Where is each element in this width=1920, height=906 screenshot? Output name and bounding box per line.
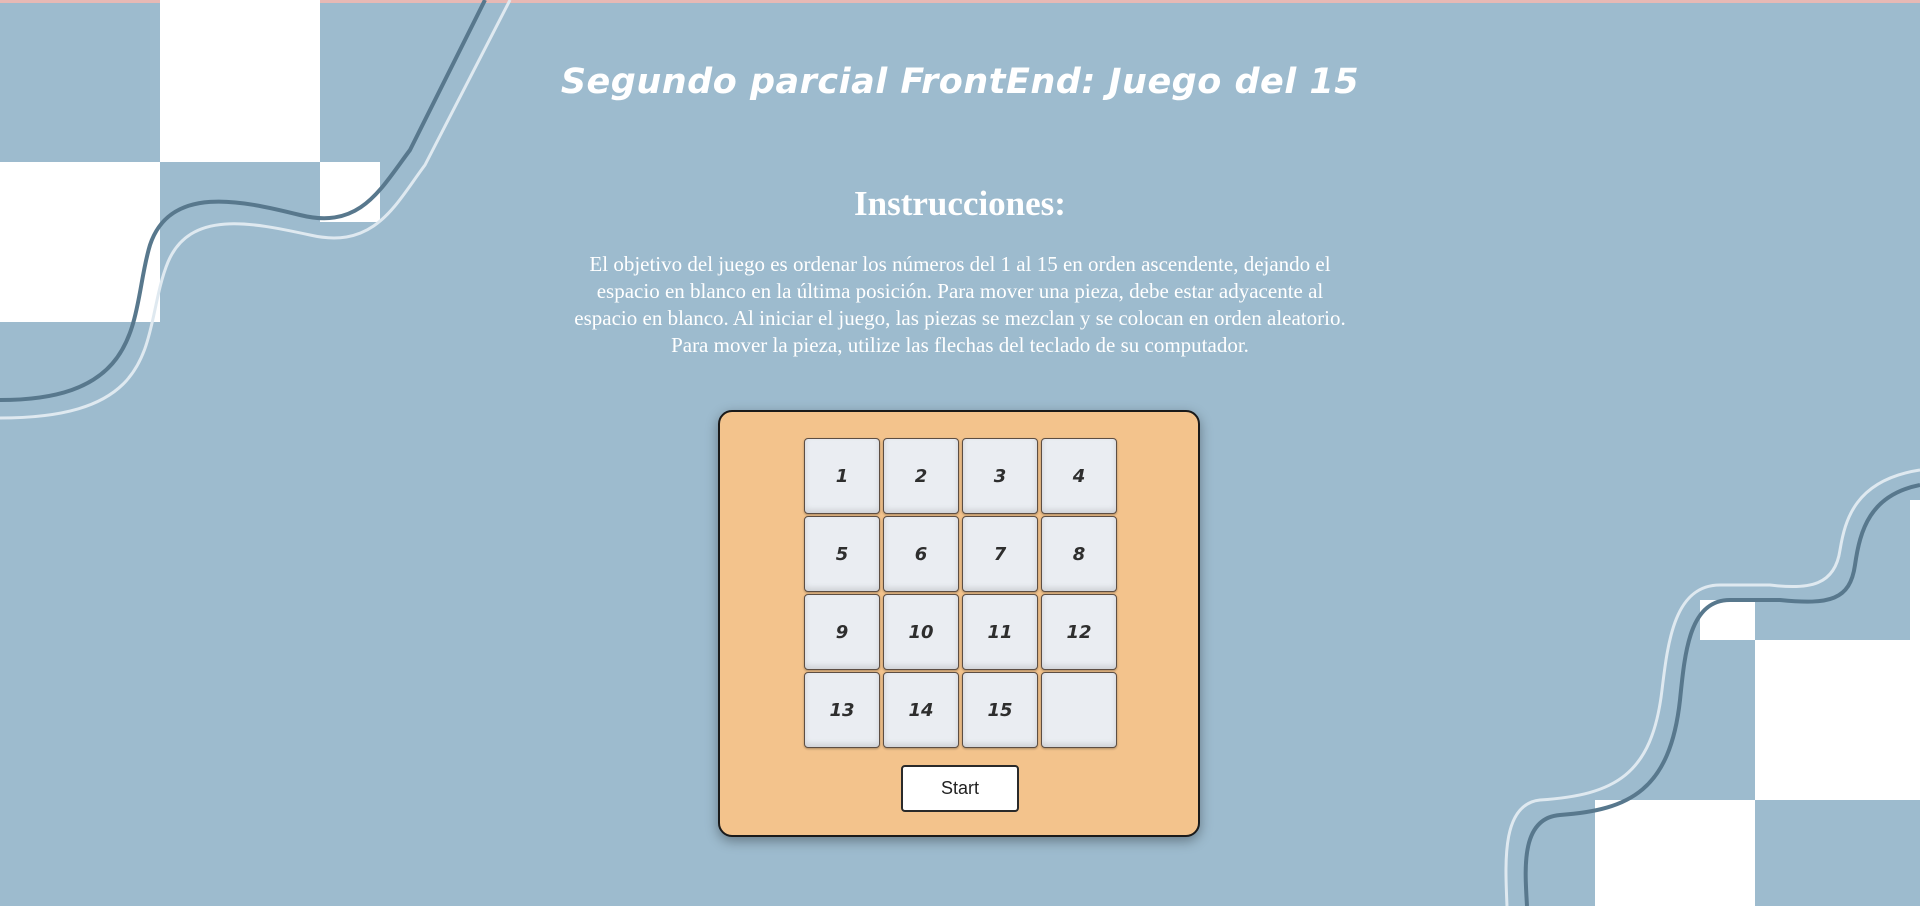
tile-11[interactable]: 11: [962, 594, 1038, 670]
tile-9[interactable]: 9: [804, 594, 880, 670]
instructions-text: El objetivo del juego es ordenar los núm…: [574, 252, 1346, 357]
tile-2[interactable]: 2: [883, 438, 959, 514]
puzzle-board: 1 2 3 4 5 6 7 8 9 10 11 12 13 14 15 Star…: [718, 410, 1200, 837]
tile-7[interactable]: 7: [962, 516, 1038, 592]
tile-6[interactable]: 6: [883, 516, 959, 592]
tile-10[interactable]: 10: [883, 594, 959, 670]
tile-8[interactable]: 8: [1041, 516, 1117, 592]
tile-15[interactable]: 15: [962, 672, 1038, 748]
tile-1[interactable]: 1: [804, 438, 880, 514]
tile-empty[interactable]: [1041, 672, 1117, 748]
tile-14[interactable]: 14: [883, 672, 959, 748]
tile-13[interactable]: 13: [804, 672, 880, 748]
page-title: Segundo parcial FrontEnd: Juego del 15: [560, 62, 1360, 102]
start-button[interactable]: Start: [901, 765, 1019, 812]
tile-4[interactable]: 4: [1041, 438, 1117, 514]
tile-grid: 1 2 3 4 5 6 7 8 9 10 11 12 13 14 15: [804, 438, 1117, 748]
tile-12[interactable]: 12: [1041, 594, 1117, 670]
tile-3[interactable]: 3: [962, 438, 1038, 514]
instructions-heading: Instrucciones:: [854, 184, 1066, 223]
tile-5[interactable]: 5: [804, 516, 880, 592]
